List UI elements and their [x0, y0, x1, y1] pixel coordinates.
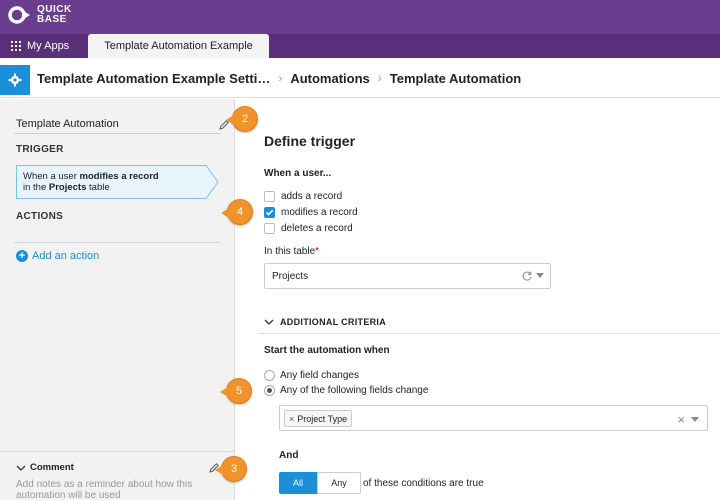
deletes-record-checkbox[interactable] [264, 223, 275, 234]
field-chip: × Project Type [284, 410, 353, 427]
clear-icon[interactable]: × [677, 412, 685, 427]
logo-text-line2: BASE [37, 14, 67, 25]
define-trigger-title: Define trigger [264, 133, 356, 149]
table-select-controls [521, 270, 544, 282]
option-any-field-changes[interactable]: Any field changes [264, 370, 359, 381]
callout-badge-5: 5 [220, 378, 252, 404]
start-automation-when-label: Start the automation when [264, 345, 390, 356]
in-this-table-label: In this table* [264, 246, 319, 257]
refresh-icon[interactable] [521, 270, 533, 282]
gear-icon [8, 73, 22, 87]
trigger-action: modifies a record [79, 171, 159, 182]
breadcrumb-automations[interactable]: Automations [290, 71, 369, 86]
trigger-heading: TRIGGER [16, 144, 64, 155]
apps-grid-icon [11, 41, 21, 51]
option-modifies-record[interactable]: modifies a record [264, 207, 358, 218]
dropdown-caret-icon[interactable] [691, 416, 699, 423]
additional-criteria-divider [258, 333, 720, 334]
actions-divider [14, 242, 221, 243]
callout-badge-3: 3 [215, 456, 247, 482]
trigger-table: Projects [48, 182, 87, 193]
actions-heading: ACTIONS [16, 211, 64, 222]
table-select[interactable]: Projects [264, 263, 551, 289]
breadcrumb-bar: Template Automation Example Setti… › Aut… [0, 58, 720, 98]
following-fields-change-label: Any of the following fields change [280, 385, 429, 396]
chevron-down-icon [16, 465, 26, 471]
comment-placeholder[interactable]: Add notes as a reminder about how this a… [16, 479, 216, 500]
any-field-changes-radio[interactable] [264, 370, 275, 381]
breadcrumb-separator-1: › [278, 71, 283, 85]
any-button[interactable]: Any [317, 472, 361, 494]
automation-outline-panel: Template Automation TRIGGER When a user … [0, 99, 235, 500]
adds-record-checkbox[interactable] [264, 191, 275, 202]
adds-record-label: adds a record [281, 191, 343, 202]
breadcrumb-app-settings[interactable]: Template Automation Example Setti… [37, 71, 270, 86]
comment-section: Comment Add notes as a reminder about ho… [0, 451, 235, 500]
all-button[interactable]: All [279, 472, 317, 494]
all-any-toggle: All Any [279, 472, 361, 494]
trigger-line2-suffix: table [86, 182, 110, 193]
callout-badge-2: 2 [226, 106, 258, 132]
when-a-user-label: When a user... [264, 168, 332, 179]
my-apps-label: My Apps [27, 40, 70, 52]
option-following-fields-change[interactable]: Any of the following fields change [264, 385, 428, 396]
brand-bar: QUICK BASE [0, 0, 720, 34]
additional-criteria-heading: ADDITIONAL CRITERIA [280, 317, 387, 327]
app-tab-bar: My Apps Template Automation Example [0, 34, 720, 58]
trigger-line2-prefix: in the [23, 182, 49, 193]
chip-label: Project Type [297, 413, 348, 424]
settings-button[interactable] [0, 65, 30, 95]
breadcrumb-separator-2: › [377, 71, 382, 85]
in-this-table-text: In this table [264, 246, 316, 257]
chip-remove-icon[interactable]: × [289, 414, 294, 424]
option-deletes-record[interactable]: deletes a record [264, 223, 353, 234]
following-fields-change-radio[interactable] [264, 385, 275, 396]
define-trigger-panel: Define trigger When a user... adds a rec… [236, 99, 720, 500]
checkmark-icon [265, 209, 274, 216]
quickbase-logo-icon [8, 4, 32, 26]
deletes-record-label: deletes a record [281, 223, 353, 234]
conditions-true-text: of these conditions are true [363, 478, 484, 489]
modifies-record-label: modifies a record [281, 207, 358, 218]
additional-criteria-toggle[interactable]: ADDITIONAL CRITERIA [264, 317, 386, 327]
fields-multiselect[interactable]: × Project Type × [279, 405, 708, 431]
multiselect-controls: × [677, 412, 699, 427]
option-adds-record[interactable]: adds a record [264, 191, 342, 202]
add-action-label: Add an action [32, 250, 100, 262]
table-select-value: Projects [272, 271, 309, 282]
breadcrumb: Template Automation Example Setti… › Aut… [37, 58, 521, 98]
and-label: And [279, 450, 299, 461]
automation-name-underline [14, 133, 221, 134]
comment-toggle[interactable]: Comment [16, 462, 74, 473]
tab-template-automation-example[interactable]: Template Automation Example [88, 34, 269, 58]
trigger-card[interactable]: When a user modifies a record in the Pro… [16, 165, 219, 199]
any-field-changes-label: Any field changes [280, 370, 359, 381]
add-action-button[interactable]: + Add an action [16, 250, 99, 262]
breadcrumb-current: Template Automation [389, 70, 522, 86]
chevron-down-icon [264, 319, 274, 325]
required-mark: * [315, 246, 320, 257]
dropdown-caret-icon[interactable] [536, 273, 544, 279]
trigger-summary: When a user modifies a record in the Pro… [23, 171, 203, 193]
quickbase-logo[interactable]: QUICK BASE [8, 4, 72, 26]
trigger-prefix: When a user [23, 171, 80, 182]
callout-badge-4: 4 [221, 199, 253, 225]
plus-circle-icon: + [16, 250, 28, 262]
comment-heading: Comment [30, 462, 74, 473]
automation-name[interactable]: Template Automation [16, 118, 119, 130]
modifies-record-checkbox[interactable] [264, 207, 275, 218]
my-apps-button[interactable]: My Apps [11, 34, 69, 58]
